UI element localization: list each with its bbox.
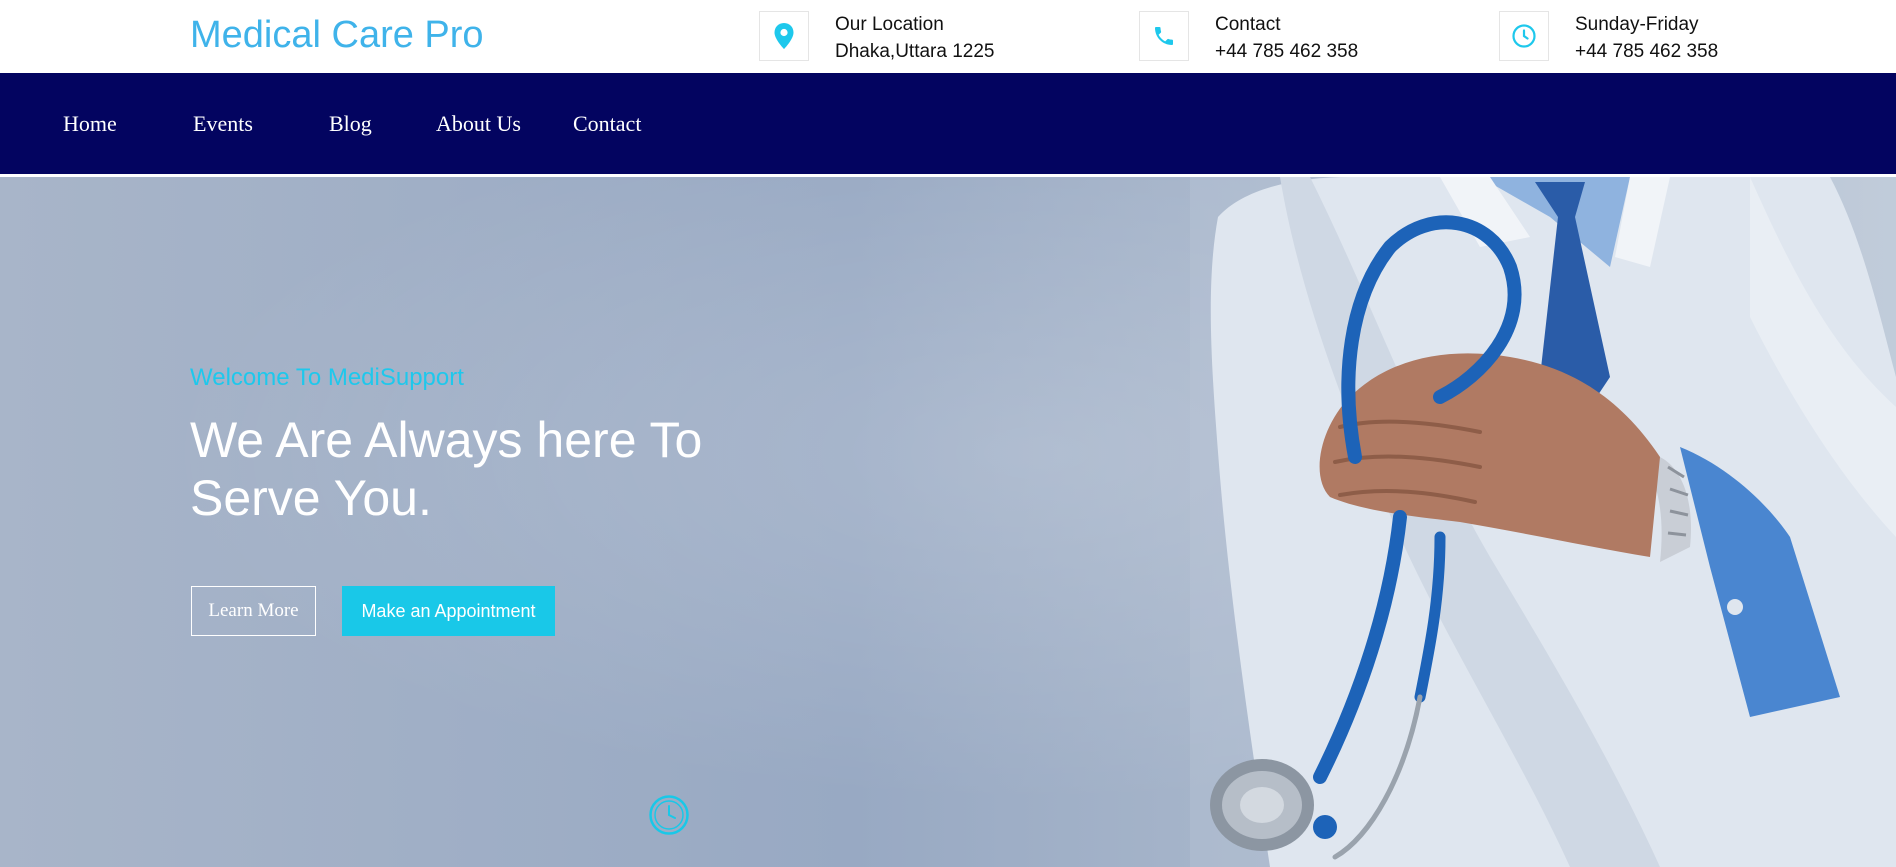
hero-welcome-text: Welcome To MediSupport <box>190 364 464 391</box>
doctor-with-stethoscope-image <box>1190 177 1896 867</box>
brand-logo-text[interactable]: Medical Care Pro <box>190 14 484 57</box>
map-pin-icon <box>759 11 809 61</box>
top-info-bar: Medical Care Pro Our Location Dhaka,Utta… <box>0 0 1896 73</box>
clock-icon <box>649 795 689 835</box>
main-navbar: Home Events Blog About Us Contact <box>0 73 1896 176</box>
hero-headline: We Are Always here To Serve You. <box>190 412 703 526</box>
learn-more-button[interactable]: Learn More <box>191 586 316 636</box>
hours-label: Sunday-Friday <box>1575 14 1699 35</box>
location-value: Dhaka,Uttara 1225 <box>835 41 995 62</box>
contact-label: Contact <box>1215 14 1281 35</box>
make-appointment-button[interactable]: Make an Appointment <box>342 586 555 636</box>
hero-section: Welcome To MediSupport We Are Always her… <box>0 177 1896 867</box>
nav-item-home[interactable]: Home <box>63 111 117 137</box>
phone-icon <box>1139 11 1189 61</box>
nav-item-about-us[interactable]: About Us <box>436 111 521 137</box>
hours-phone[interactable]: +44 785 462 358 <box>1575 38 1718 65</box>
nav-item-blog[interactable]: Blog <box>329 111 372 137</box>
contact-phone[interactable]: +44 785 462 358 <box>1215 38 1358 65</box>
location-label: Our Location <box>835 14 944 35</box>
clock-icon <box>1499 11 1549 61</box>
nav-item-events[interactable]: Events <box>193 111 253 137</box>
nav-item-contact[interactable]: Contact <box>573 111 641 137</box>
